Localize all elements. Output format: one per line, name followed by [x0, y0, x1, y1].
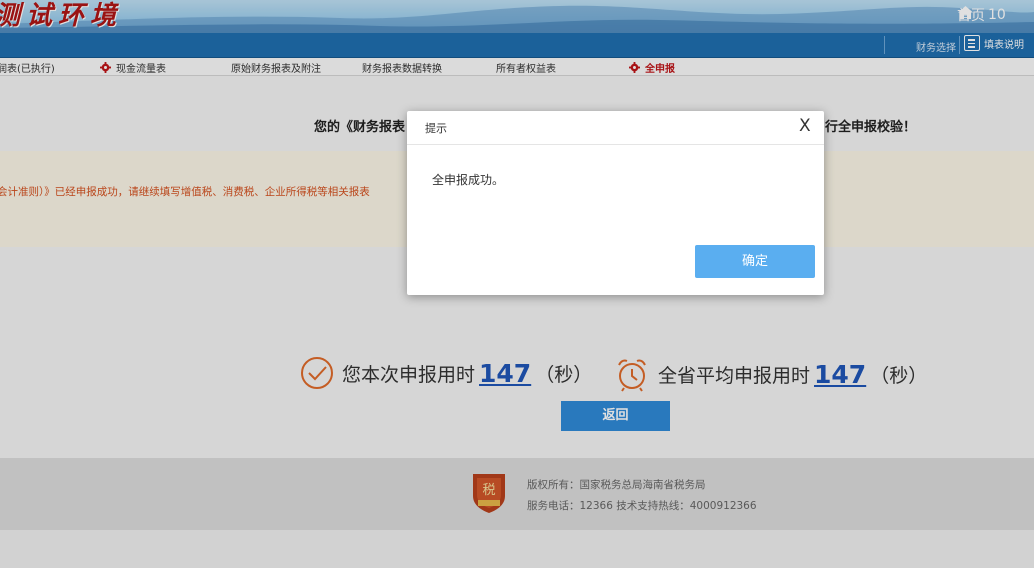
dialog-message: 全申报成功。: [432, 173, 505, 187]
dialog-header: 提示 X: [407, 111, 824, 145]
ok-button[interactable]: 确定: [695, 245, 815, 278]
close-button[interactable]: X: [799, 116, 811, 136]
dialog-title: 提示: [425, 122, 447, 135]
page: 测试环境 首页 10 财务选择 填表说明 润表(已执行): [0, 0, 1034, 568]
prompt-dialog: 提示 X 全申报成功。 确定: [407, 111, 824, 295]
